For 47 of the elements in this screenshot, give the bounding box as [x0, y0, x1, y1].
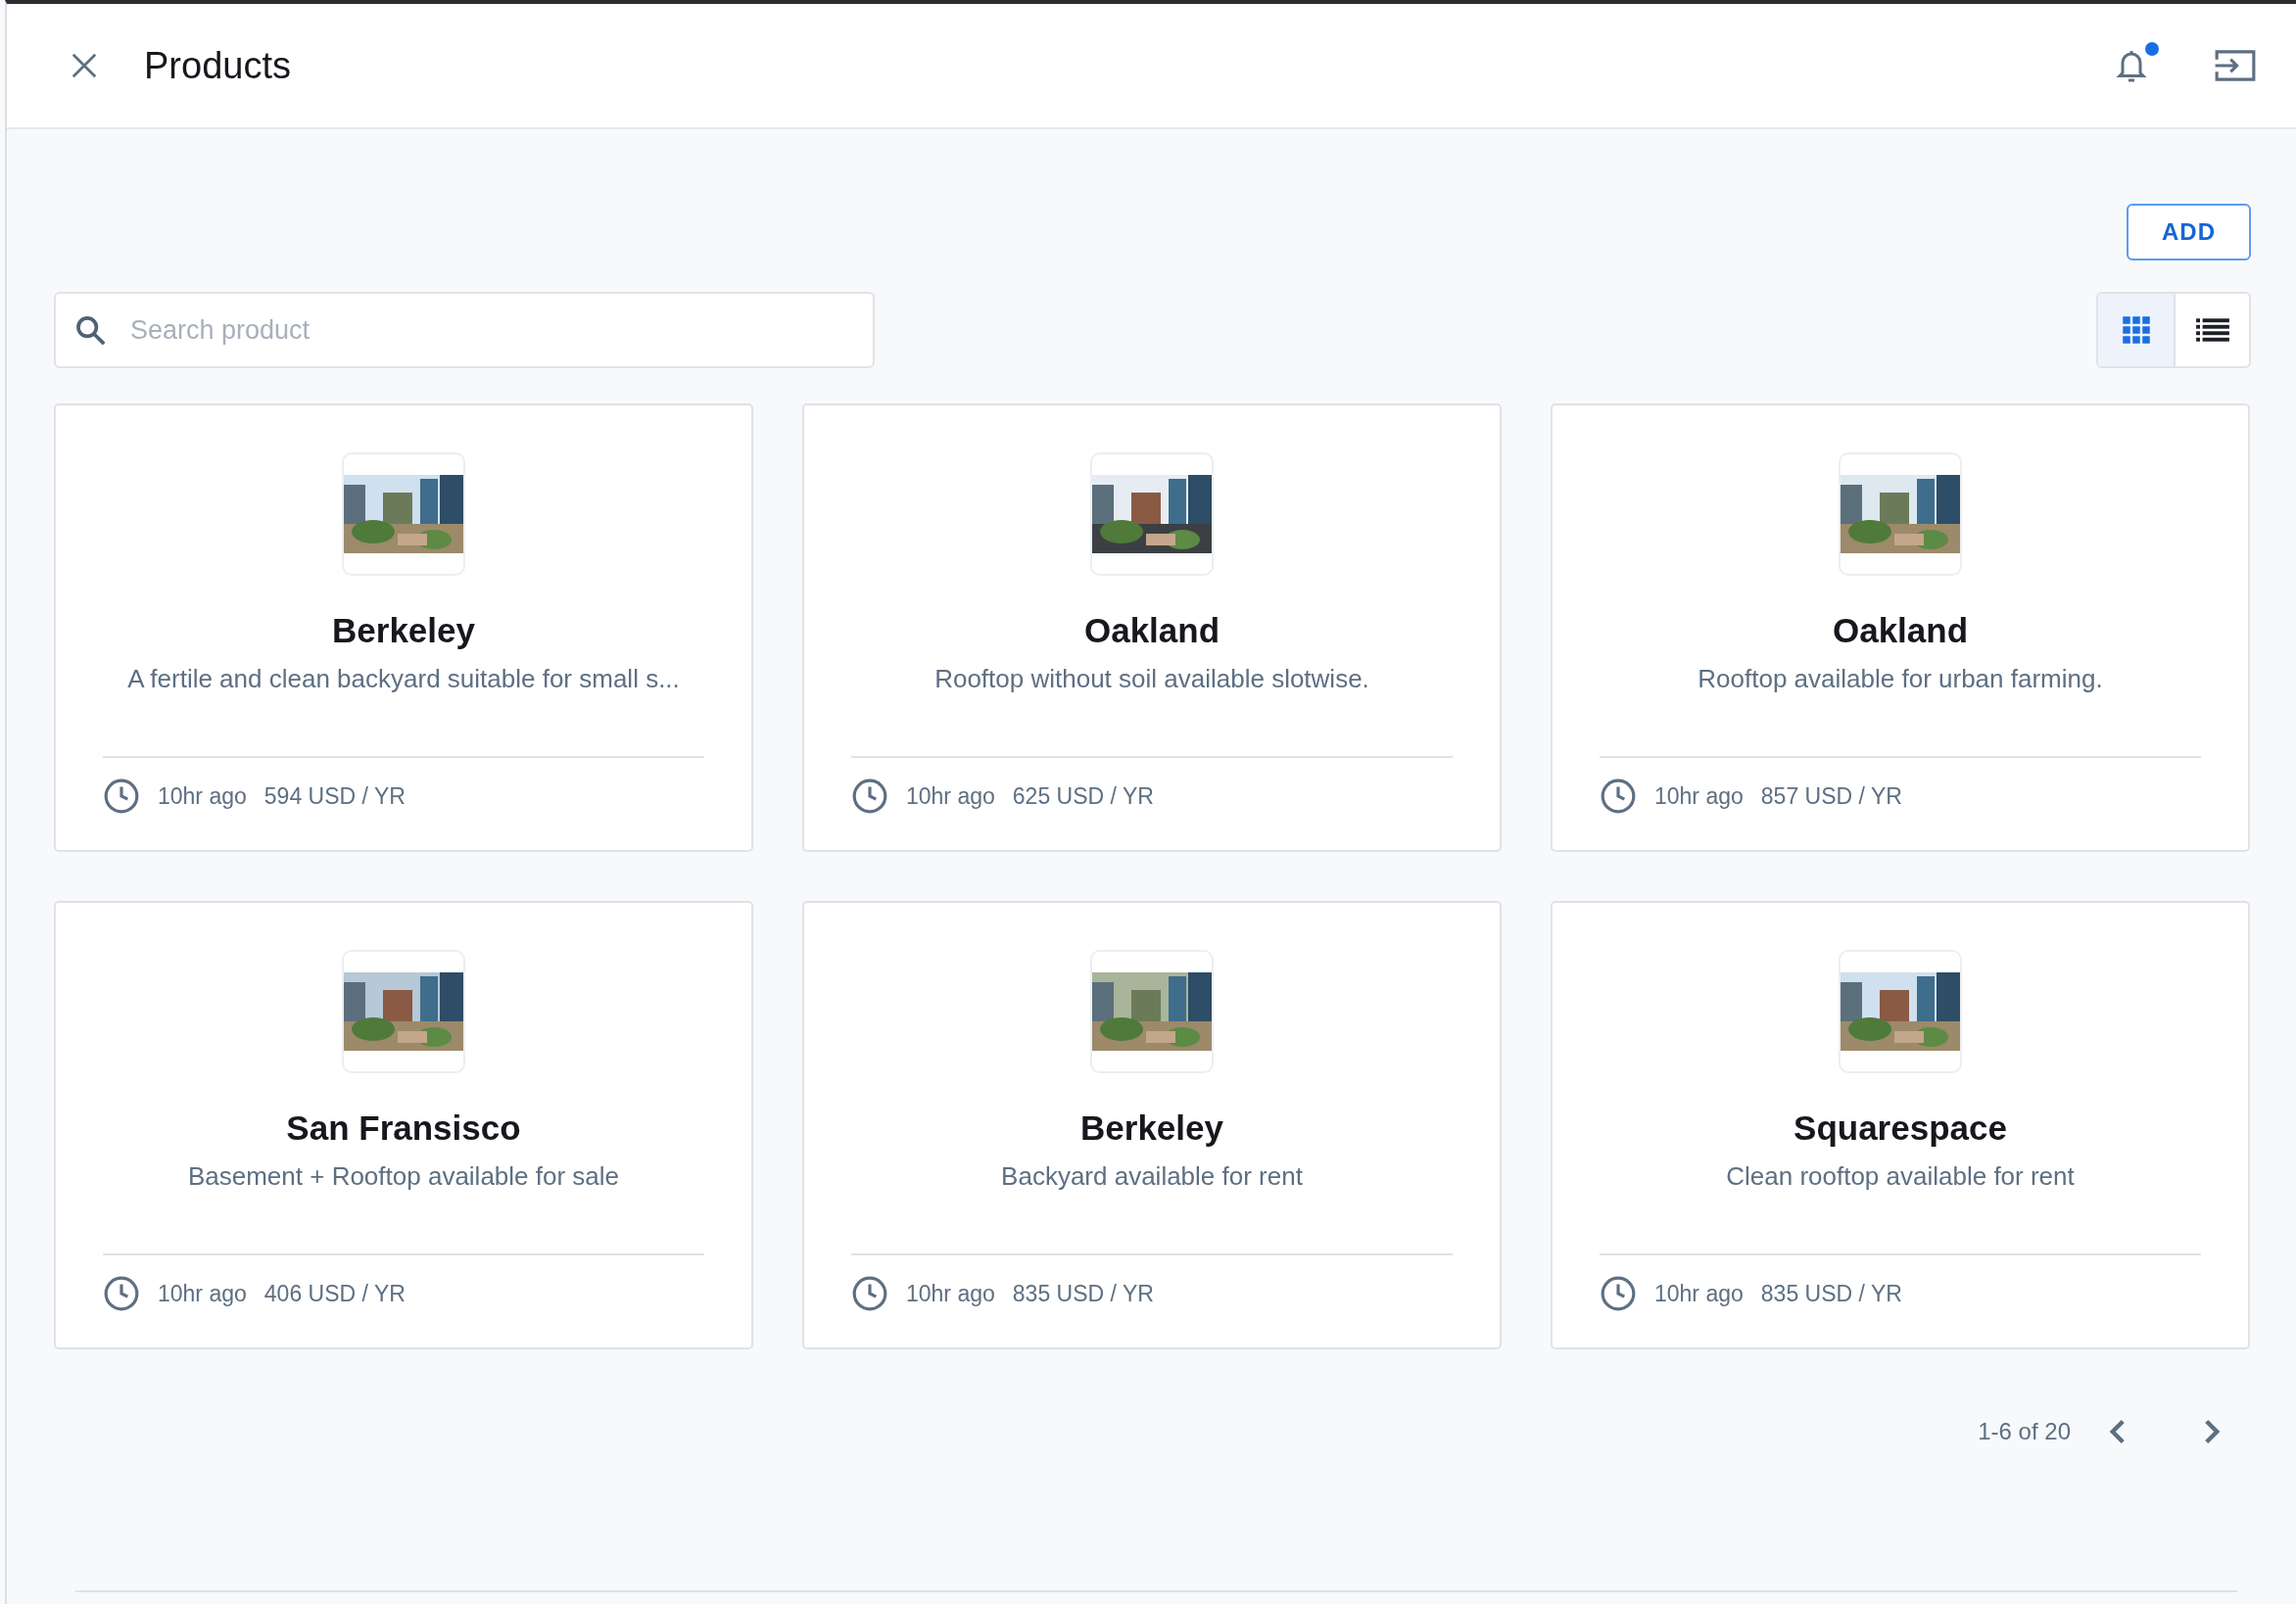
- grid-icon: [2121, 315, 2151, 345]
- posted-time: 10hr ago: [906, 782, 995, 810]
- posted-time: 10hr ago: [1654, 1280, 1744, 1307]
- product-card[interactable]: Squarespace Clean rooftop available for rent 10hr ago 835 USD / YR: [1551, 901, 2250, 1349]
- list-icon: [2195, 317, 2229, 343]
- product-card[interactable]: Berkeley A fertile and clean backyard suitable for small s... 10hr ago 594 USD / YR: [54, 403, 753, 852]
- clock-icon: [851, 778, 888, 815]
- logout-icon[interactable]: [2214, 48, 2257, 83]
- posted-time: 10hr ago: [906, 1280, 995, 1307]
- product-card[interactable]: Berkeley Backyard available for rent 10hr ago 835 USD / YR: [802, 901, 1502, 1349]
- close-icon[interactable]: [70, 51, 99, 80]
- product-card[interactable]: San Fransisco Basement + Rooftop available for sale 10hr ago 406 USD / YR: [54, 901, 753, 1349]
- product-card[interactable]: Oakland Rooftop without soil available slotwise. 10hr ago 625 USD / YR: [802, 403, 1502, 852]
- clock-icon: [851, 1275, 888, 1312]
- product-price: 857 USD / YR: [1760, 782, 1902, 810]
- product-description: Basement + Rooftop available for sale: [187, 1161, 620, 1192]
- page-title: Products: [144, 44, 292, 87]
- add-button[interactable]: ADD: [2127, 204, 2251, 260]
- product-price: 406 USD / YR: [263, 1280, 406, 1307]
- product-price: 835 USD / YR: [1012, 1280, 1154, 1307]
- product-description: Rooftop without soil available slotwise.: [934, 664, 1369, 694]
- product-price: 594 USD / YR: [263, 782, 406, 810]
- product-description: A fertile and clean backyard suitable for small s...: [127, 664, 680, 694]
- list-view-button[interactable]: [2174, 294, 2249, 366]
- search-field[interactable]: Search product: [54, 292, 875, 368]
- clock-icon: [1600, 1275, 1637, 1312]
- posted-time: 10hr ago: [158, 1280, 247, 1307]
- posted-time: 10hr ago: [158, 782, 247, 810]
- product-name: San Fransisco: [286, 1109, 521, 1148]
- clock-icon: [103, 1275, 140, 1312]
- product-price: 835 USD / YR: [1760, 1280, 1902, 1307]
- product-name: Berkeley: [332, 611, 475, 650]
- clock-icon: [1600, 778, 1637, 815]
- product-description: Backyard available for rent: [1001, 1161, 1303, 1192]
- posted-time: 10hr ago: [1654, 782, 1744, 810]
- grid-view-button[interactable]: [2098, 294, 2174, 366]
- product-card[interactable]: Oakland Rooftop available for urban farming. 10hr ago 857 USD / YR: [1551, 403, 2250, 852]
- product-name: Oakland: [1832, 611, 1969, 650]
- product-description: Rooftop available for urban farming.: [1698, 664, 2103, 694]
- search-icon: [73, 313, 107, 347]
- clock-icon: [103, 778, 140, 815]
- product-name: Oakland: [1083, 611, 1220, 650]
- product-name: Berkeley: [1080, 1109, 1223, 1148]
- product-name: Squarespace: [1794, 1109, 2007, 1148]
- product-description: Clean rooftop available for rent: [1726, 1161, 2075, 1192]
- page-range: 1-6 of 20: [1978, 1418, 2071, 1445]
- product-price: 625 USD / YR: [1012, 782, 1154, 810]
